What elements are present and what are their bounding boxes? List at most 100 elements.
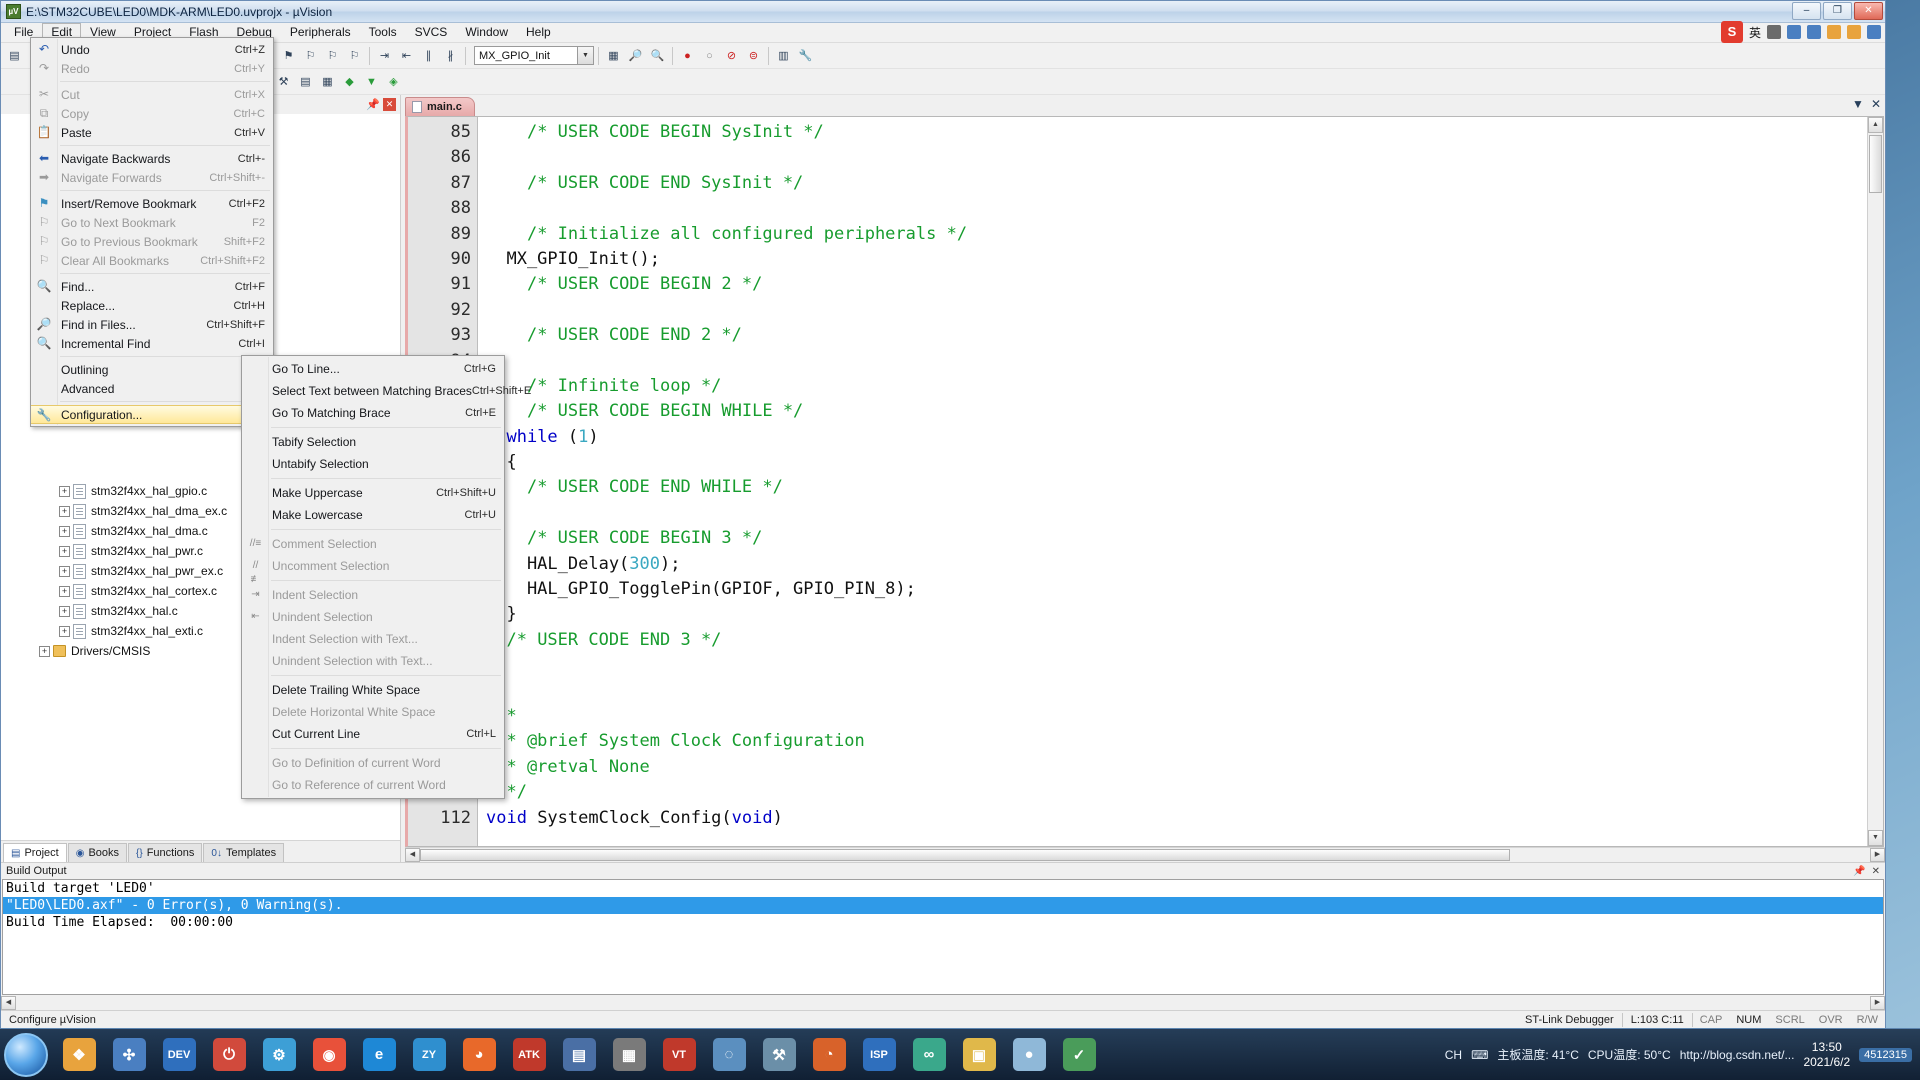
chrome-icon[interactable]: ◉ [305, 1033, 353, 1077]
maximize-button[interactable]: ❐ [1823, 2, 1852, 20]
submenu-item-cut-current-line[interactable]: Cut Current Line Ctrl+L [242, 723, 504, 745]
ie-icon[interactable]: e [355, 1033, 403, 1077]
menu-window[interactable]: Window [456, 23, 517, 42]
submenu-item-select-text-between-matching-braces[interactable]: Select Text between Matching Braces Ctrl… [242, 380, 531, 402]
code-line[interactable]: MX_GPIO_Init(); [486, 247, 1867, 272]
batch-build-icon[interactable]: ▦ [317, 71, 338, 92]
code-line[interactable]: { [486, 450, 1867, 475]
submenu-item-go-to-line[interactable]: Go To Line... Ctrl+G [242, 358, 504, 380]
bookmark-next-icon[interactable]: ⚐ [300, 45, 321, 66]
submenu-item-delete-trailing-white-space[interactable]: Delete Trailing White Space [242, 679, 504, 701]
sidebar-item-project[interactable]: ▤ Project [3, 843, 67, 862]
submenu-item-delete-horizontal-white-space[interactable]: Delete Horizontal White Space [242, 701, 504, 723]
edit-menu-dropdown[interactable]: ↶ Undo Ctrl+Z ↷ Redo Ctrl+Y ✂ Cut Ctrl+X… [30, 37, 274, 427]
bookmark-icon[interactable]: ⚑ [278, 45, 299, 66]
ime-button-5[interactable] [1847, 25, 1861, 39]
code-line[interactable]: /* Infinite loop */ [486, 374, 1867, 399]
firefox-icon[interactable]: ◕ [455, 1033, 503, 1077]
code-line[interactable]: HAL_GPIO_TogglePin(GPIOF, GPIO_PIN_8); [486, 577, 1867, 602]
code-line[interactable]: * @brief System Clock Configuration [486, 729, 1867, 754]
menu-peripherals[interactable]: Peripherals [281, 23, 360, 42]
menu-item-undo[interactable]: ↶ Undo Ctrl+Z [31, 40, 273, 59]
breakpoint-remove-icon[interactable]: ⊘ [721, 45, 742, 66]
tab-list-dropdown-icon[interactable]: ▼ [1852, 97, 1864, 111]
menu-item-navigate-forwards[interactable]: ➡ Navigate Forwards Ctrl+Shift+- [31, 168, 273, 187]
power-icon[interactable]: ⏻ [205, 1033, 253, 1077]
disc-icon[interactable]: ◌ [705, 1033, 753, 1077]
expander-icon[interactable]: + [59, 545, 70, 557]
scroll-thumb[interactable] [1869, 135, 1882, 193]
expander-icon[interactable]: + [59, 625, 70, 637]
pin-icon[interactable]: 📌 [366, 98, 380, 111]
bookmark-prev-icon[interactable]: ⚐ [322, 45, 343, 66]
ime-language-label[interactable]: 英 [1749, 24, 1761, 41]
scroll-down-icon[interactable]: ▼ [1868, 830, 1883, 846]
keil-icon[interactable]: ✣ [105, 1033, 153, 1077]
atk-xcom-icon[interactable]: ATK [505, 1033, 553, 1077]
code-line[interactable] [486, 298, 1867, 323]
submenu-item-indent-selection[interactable]: ⇥ Indent Selection [242, 584, 504, 606]
settings-icon[interactable]: ⚙ [255, 1033, 303, 1077]
insert-bookmark-icon[interactable]: ▦ [603, 45, 624, 66]
editor-horizontal-scrollbar[interactable]: ◀ ▶ [405, 847, 1885, 862]
target-select-icon[interactable]: ◈ [383, 71, 404, 92]
close-icon[interactable]: ✕ [383, 98, 396, 111]
code-line[interactable]: /* USER CODE END SysInit */ [486, 171, 1867, 196]
menu-item-replace[interactable]: Replace... Ctrl+H [31, 296, 273, 315]
menu-item-clear-all-bookmarks[interactable]: ⚐ Clear All Bookmarks Ctrl+Shift+F2 [31, 251, 273, 270]
find-in-files-icon[interactable]: 🔎 [625, 45, 646, 66]
submenu-item-unindent-selection[interactable]: ⇤ Unindent Selection [242, 606, 504, 628]
code-line[interactable]: /* USER CODE END 2 */ [486, 323, 1867, 348]
tab-main-c[interactable]: main.c [405, 97, 475, 116]
menu-item-insert-remove-bookmark[interactable]: ⚑ Insert/Remove Bookmark Ctrl+F2 [31, 194, 273, 213]
app-icon[interactable]: ✓ [1055, 1033, 1103, 1077]
code-line[interactable]: /* USER CODE BEGIN 2 */ [486, 272, 1867, 297]
submenu-item-go-to-reference[interactable]: Go to Reference of current Word [242, 774, 504, 796]
editor-vertical-scrollbar[interactable]: ▲ ▼ [1867, 117, 1883, 846]
submenu-item-comment-selection[interactable]: //≡ Comment Selection [242, 533, 504, 555]
configure-icon[interactable]: 🔧 [795, 45, 816, 66]
new-file-icon[interactable]: ▤ [4, 45, 25, 66]
breakpoint-all-icon[interactable]: ⊜ [743, 45, 764, 66]
submenu-item-tabify-selection[interactable]: Tabify Selection [242, 431, 504, 453]
scroll-right-icon[interactable]: ▶ [1870, 995, 1885, 1010]
code-line[interactable]: } [486, 602, 1867, 627]
code-line[interactable]: HAL_Delay(300); [486, 552, 1867, 577]
code-line[interactable]: /** [486, 704, 1867, 729]
scroll-left-icon[interactable]: ◀ [405, 848, 420, 862]
sidebar-item-functions[interactable]: {} Functions [128, 843, 203, 862]
find-icon[interactable]: 🔍 [647, 45, 668, 66]
ime-lang-indicator[interactable]: CH [1445, 1048, 1462, 1062]
debug-icon[interactable]: ▼ [361, 71, 382, 92]
code-line[interactable] [486, 349, 1867, 374]
ime-button-3[interactable] [1807, 25, 1821, 39]
menu-item-redo[interactable]: ↷ Redo Ctrl+Y [31, 59, 273, 78]
menu-svcs[interactable]: SVCS [406, 23, 457, 42]
expander-icon[interactable]: + [59, 525, 70, 537]
windows-start-icon[interactable] [4, 1032, 48, 1077]
menu-item-copy[interactable]: ⧉ Copy Ctrl+C [31, 104, 273, 123]
code-line[interactable]: /* USER CODE END WHILE */ [486, 475, 1867, 500]
build-icon[interactable]: ⚒ [273, 71, 294, 92]
menu-item-advanced[interactable]: Advanced ▶ [31, 379, 273, 398]
code-line[interactable]: } [486, 653, 1867, 678]
scroll-left-icon[interactable]: ◀ [1, 995, 16, 1010]
isp-icon[interactable]: ISP [855, 1033, 903, 1077]
scroll-up-icon[interactable]: ▲ [1868, 117, 1883, 133]
ime-button-2[interactable] [1787, 25, 1801, 39]
calc-icon[interactable]: ▤ [555, 1033, 603, 1077]
pin-icon[interactable]: 📌 [1853, 866, 1865, 877]
build-output-text[interactable]: Build target 'LED0' "LED0\LED0.axf" - 0 … [2, 879, 1884, 995]
expander-icon[interactable]: + [59, 505, 70, 517]
link-icon[interactable]: ∞ [905, 1033, 953, 1077]
scroll-right-icon[interactable]: ▶ [1870, 848, 1885, 862]
submenu-item-go-to-definition[interactable]: Go to Definition of current Word [242, 752, 504, 774]
notepad-icon[interactable]: ▦ [605, 1033, 653, 1077]
expander-icon[interactable]: + [59, 585, 70, 597]
code-line[interactable] [486, 145, 1867, 170]
code-line[interactable]: * @retval None [486, 755, 1867, 780]
keyboard-icon[interactable]: ⌨ [1471, 1048, 1488, 1062]
expander-icon[interactable]: + [39, 645, 50, 657]
download-icon[interactable]: ◆ [339, 71, 360, 92]
code-line[interactable] [486, 501, 1867, 526]
